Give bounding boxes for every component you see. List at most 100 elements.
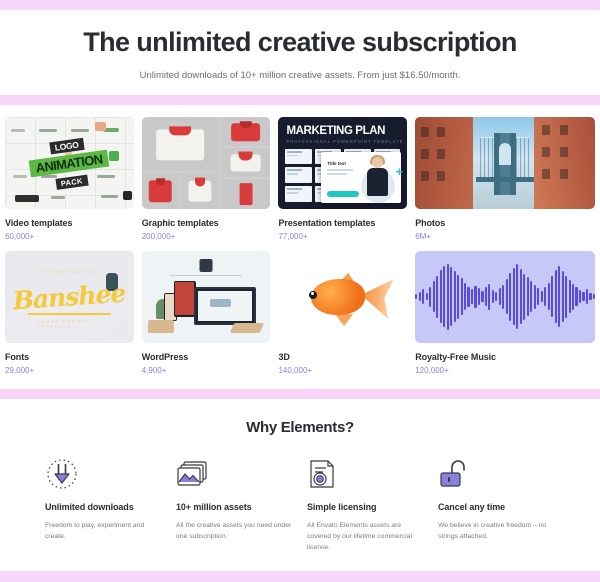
category-title: Royalty-Free Music xyxy=(415,351,496,362)
waveform-bar xyxy=(540,291,543,303)
waveform-bar xyxy=(484,287,487,306)
goldfish-thumbnail[interactable] xyxy=(278,250,408,343)
waveform-bar xyxy=(561,270,564,323)
benefit-title: Unlimited downloads xyxy=(45,501,134,512)
category-card-wordpress[interactable]: WordPress 4,900+ xyxy=(141,250,271,375)
category-card-video-templates[interactable]: LOGO ANIMATION PACK Video templates 60,0… xyxy=(5,116,134,241)
ramp-prop xyxy=(230,322,265,333)
mockup-cell xyxy=(220,148,271,178)
category-card-royalty-free-music[interactable]: Royalty-Free Music 120,000+ xyxy=(415,250,595,375)
thumb-shape xyxy=(15,194,39,202)
waveform-bar xyxy=(509,272,512,321)
window xyxy=(541,124,550,135)
waveform-bar xyxy=(443,266,446,328)
banner-line-2: ANIMATION xyxy=(28,149,110,178)
page-title: The unlimited creative subscription xyxy=(83,27,517,57)
category-title: Fonts xyxy=(5,351,29,362)
benefit-simple-licensing: Simple licensing All Envato Elements ass… xyxy=(307,458,424,554)
theme-caption-line xyxy=(170,274,243,277)
benefit-title: Simple licensing xyxy=(307,501,377,512)
banshee-font-thumbnail[interactable]: INTRODUCING Banshee BRUSH SCRIPT TYPEFAC… xyxy=(5,250,134,343)
waveform-bar xyxy=(547,282,550,311)
waveform-bar xyxy=(530,281,533,313)
manhattan-bridge-thumbnail[interactable] xyxy=(415,116,595,209)
white-shirt-shape xyxy=(156,129,205,161)
right-building xyxy=(533,116,595,209)
logo-animation-pack-thumbnail[interactable]: LOGO ANIMATION PACK xyxy=(5,116,134,209)
stacked-photos-icon xyxy=(176,458,293,490)
waveform-bar xyxy=(505,279,508,315)
category-card-graphic-templates[interactable]: Graphic templates 200,000+ xyxy=(141,116,271,241)
waveform-bar xyxy=(470,289,474,305)
waveform-bar xyxy=(592,294,595,299)
red-shirt-shape xyxy=(149,180,172,203)
popup-button-shape xyxy=(327,190,360,197)
waveform-bar xyxy=(551,276,554,317)
download-arrow-icon xyxy=(45,458,162,490)
category-grid: LOGO ANIMATION PACK Video templates 60,0… xyxy=(0,116,600,375)
deck-title: MARKETING PLAN xyxy=(286,124,386,137)
waveform-bar xyxy=(481,291,484,303)
category-count: 200,000+ xyxy=(141,231,176,241)
category-card-3d[interactable]: 3D 140,000+ xyxy=(278,250,408,375)
popup-line xyxy=(327,173,347,175)
waveform-bar xyxy=(582,292,585,302)
audio-waveform-thumbnail[interactable] xyxy=(415,250,595,343)
waveform-bar xyxy=(495,292,498,302)
waveform-bar xyxy=(453,270,456,323)
thumb-shape xyxy=(109,150,119,161)
font-postline: BRUSH SCRIPT TYPEFACE xyxy=(37,318,88,329)
category-count: 4,900+ xyxy=(141,365,167,375)
mockup-cell xyxy=(220,116,271,147)
screen-image xyxy=(209,299,232,307)
device-mockup-thumbnail[interactable] xyxy=(141,250,271,343)
waveform-bar xyxy=(498,288,501,305)
waveform-bar xyxy=(477,288,481,305)
font-preline: INTRODUCING xyxy=(42,268,97,274)
benefit-unlimited-downloads: Unlimited downloads Freedom to play, exp… xyxy=(45,458,162,554)
presenter-head xyxy=(372,156,384,168)
plus-icon: + xyxy=(395,163,404,179)
benefit-description: All the creative assets you need under o… xyxy=(176,521,292,540)
thumb-shape xyxy=(13,174,27,178)
window xyxy=(559,124,568,135)
waveform-bar xyxy=(488,283,491,310)
waveform-bar xyxy=(526,277,529,316)
page-root: The unlimited creative subscription Unli… xyxy=(0,10,600,582)
category-card-fonts[interactable]: INTRODUCING Banshee BRUSH SCRIPT TYPEFAC… xyxy=(5,250,134,375)
category-count: 6M+ xyxy=(415,231,431,241)
deck-subtitle: PROFESSIONAL POWERPOINT TEMPLATE xyxy=(286,138,404,144)
category-count: 77,000+ xyxy=(278,231,308,241)
popup-title: Title text xyxy=(327,161,346,167)
waveform-bar xyxy=(422,289,425,305)
waveform-bar xyxy=(432,281,435,313)
waveform-bar xyxy=(585,289,589,305)
thumb-shape xyxy=(123,190,132,200)
category-title: WordPress xyxy=(141,351,189,362)
waveform-bar xyxy=(565,275,568,318)
font-swash-underline xyxy=(28,312,111,315)
waveform-bar xyxy=(450,267,453,327)
waveform-bar xyxy=(415,293,418,300)
thumb-shape xyxy=(39,128,57,132)
waveform-bar xyxy=(568,280,571,314)
banner-line-1: LOGO xyxy=(49,137,85,155)
category-title: 3D xyxy=(278,351,290,362)
waveform-bar xyxy=(589,293,592,301)
marketing-plan-thumbnail[interactable]: MARKETING PLAN PROFESSIONAL POWERPOINT T… xyxy=(278,116,408,209)
benefit-title: Cancel any time xyxy=(438,501,506,512)
section-title: Why Elements? xyxy=(246,418,354,436)
shirt-mockup-thumbnail[interactable] xyxy=(141,116,271,209)
fish-ventral-fin xyxy=(335,314,354,327)
window xyxy=(541,168,550,179)
waveform-bar xyxy=(429,286,432,307)
category-card-presentation-templates[interactable]: MARKETING PLAN PROFESSIONAL POWERPOINT T… xyxy=(278,116,408,241)
waveform-bar xyxy=(474,285,477,308)
mockup-cell xyxy=(141,172,180,209)
box-prop xyxy=(147,319,174,333)
why-elements-section: Why Elements? Unlimited downloads Freedo… xyxy=(0,398,600,571)
mockup-cell xyxy=(220,179,271,209)
waveform-bar xyxy=(512,268,515,326)
category-count: 120,000+ xyxy=(415,365,449,375)
category-card-photos[interactable]: Photos 6M+ xyxy=(415,116,595,241)
